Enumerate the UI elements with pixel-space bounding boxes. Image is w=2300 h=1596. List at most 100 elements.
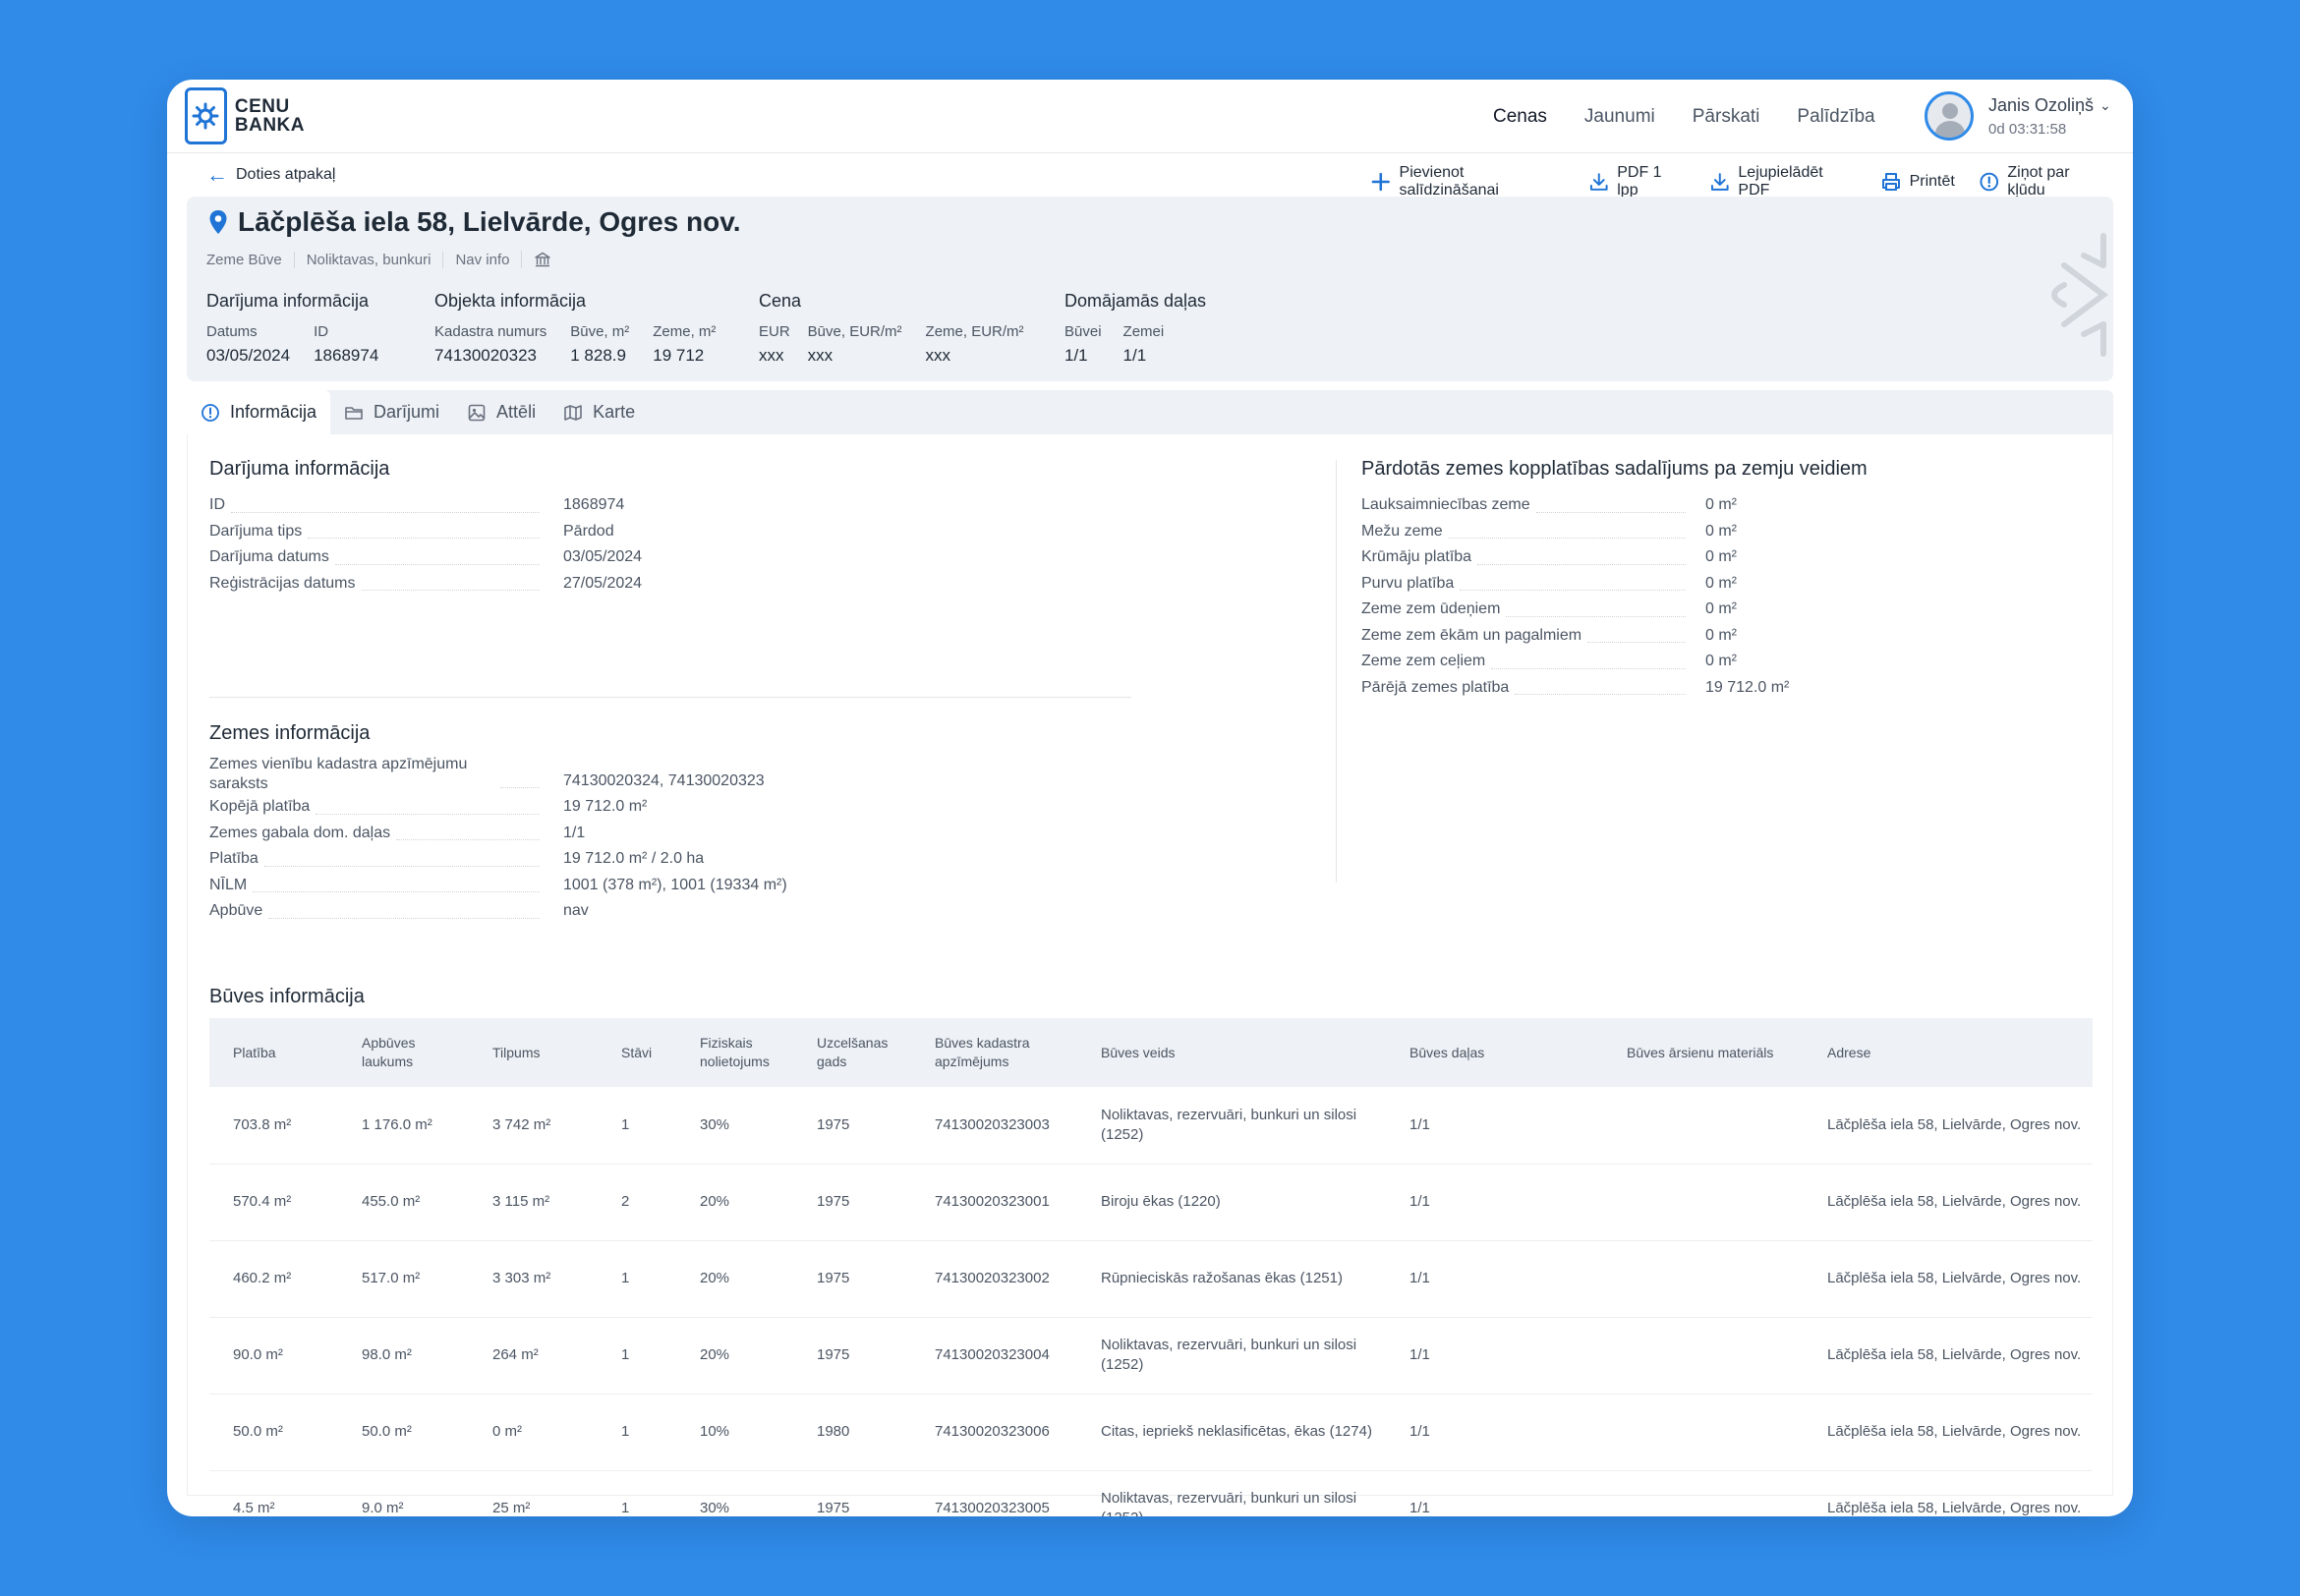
tab-karte[interactable]: Karte [549,390,649,434]
table-cell: 1980 [793,1394,911,1471]
deal-info-row: Reģistrācijas datums 27/05/2024 [209,571,642,598]
property-title: Lāčplēša iela 58, Lielvārde, Ogres nov. [208,206,741,238]
table-cell: 20% [676,1164,793,1241]
download-pdf-button[interactable]: Lejupielādēt PDF [1709,164,1857,200]
summary-parts-building-label: Būvei [1064,323,1102,340]
table-cell: 1/1 [1386,1087,1603,1165]
col-header[interactable]: Apbūves laukums [338,1018,469,1087]
col-header[interactable]: Tilpums [469,1018,598,1087]
land-split-key: Zeme zem ēkām un pagalmiem [1361,626,1582,644]
table-cell: 1975 [793,1240,911,1318]
logo-gear-icon [192,102,219,130]
table-cell: 74130020323001 [911,1164,1077,1241]
table-cell: 9.0 m² [338,1470,469,1516]
land-info-value: 19 712.0 m² / 2.0 ha [563,850,705,867]
table-cell: 1/1 [1386,1470,1603,1516]
table-cell: 1975 [793,1164,911,1241]
col-header[interactable]: Būves kadastra apzīmējums [911,1018,1077,1087]
back-button[interactable]: ← Doties atpakaļ [206,164,335,186]
col-header[interactable]: Būves daļas [1386,1018,1603,1087]
map-icon [564,404,582,421]
brand-logo[interactable]: CENU BANKA [185,87,305,144]
table-cell: 1/1 [1386,1164,1603,1241]
decorative-watermark-icon [2051,233,2108,357]
nav-jaunumi[interactable]: Jaunumi [1584,106,1655,128]
summary-price-land-label: Zeme, EUR/m² [925,323,1024,340]
col-header[interactable]: Stāvi [598,1018,676,1087]
map-pin-icon [209,210,227,234]
summary-deal-date: 03/05/2024 [206,346,291,365]
land-split-value: 0 m² [1705,574,1737,592]
col-header[interactable]: Būves ārsienu materiāls [1603,1018,1804,1087]
col-header[interactable]: Platība [209,1018,338,1087]
property-address: Lāčplēša iela 58, Lielvārde, Ogres nov. [238,206,741,237]
bank-building-icon [535,252,551,267]
land-info-key: Zemes gabala dom. daļas [209,824,391,841]
nav-parskati[interactable]: Pārskati [1693,106,1760,128]
table-cell: 74130020323006 [911,1394,1077,1471]
summary-price-heading: Cena [759,291,802,311]
col-header[interactable]: Uzcelšanas gads [793,1018,911,1087]
buildings-table: Platība Apbūves laukums Tilpums Stāvi Fi… [209,1018,2093,1516]
table-cell: 90.0 m² [209,1317,338,1395]
table-cell: 1975 [793,1317,911,1395]
tab-atteli-label: Attēli [496,402,537,422]
main-nav: Cenas Jaunumi Pārskati Palīdzība [1493,80,1913,153]
land-info-value: 74130020324, 74130020323 [563,771,765,789]
print-label: Printēt [1909,173,1955,190]
land-info-key: Apbūve [209,902,263,919]
table-cell: Lāčplēša iela 58, Lielvārde, Ogres nov. [1804,1087,2093,1165]
land-split-section: Pārdotās zemes kopplatības sadalījums pa… [1361,458,1868,701]
report-error-button[interactable]: Ziņot par kļūdu [1979,164,2109,200]
table-cell: Lāčplēša iela 58, Lielvārde, Ogres nov. [1804,1164,2093,1241]
summary-cadastre: 74130020323 [434,346,538,365]
app-window: CENU BANKA Cenas Jaunumi Pārskati Palīdz… [167,80,2133,1516]
tab-darijumi[interactable]: Darījumi [330,390,453,434]
land-split-value: 0 m² [1705,600,1737,617]
nav-cenas[interactable]: Cenas [1493,106,1547,128]
table-cell: 1 [598,1470,676,1516]
land-split-value: 0 m² [1705,626,1737,644]
table-cell: 20% [676,1240,793,1318]
chevron-down-icon[interactable]: ⌄ [2099,97,2111,114]
land-split-row: Purvu platība 0 m² [1361,571,1868,598]
table-cell: 3 303 m² [469,1240,598,1318]
col-header[interactable]: Būves veids [1077,1018,1386,1087]
add-to-compare-button[interactable]: Pievienot salīdzināšanai [1370,164,1565,200]
tab-atteli[interactable]: Attēli [453,390,549,434]
detail-tabs: Informācija Darījumi Attēli Karte [187,390,2113,434]
land-split-key: Zeme zem ūdeņiem [1361,600,1501,617]
table-cell: Rūpnieciskās ražošanas ēkas (1251) [1077,1240,1386,1318]
land-info-row: NĪLM 1001 (378 m²), 1001 (19334 m²) [209,873,787,899]
logo-line-2: BANKA [234,115,305,136]
table-row: 570.4 m² 455.0 m² 3 115 m² 2 20% 1975 74130020… [209,1164,2093,1241]
tab-informacija[interactable]: Informācija [187,390,331,434]
tab-karte-label: Karte [593,402,636,422]
table-cell: 2 [598,1164,676,1241]
table-cell: 1975 [793,1087,911,1165]
table-cell [1603,1164,1804,1241]
table-cell: 1/1 [1386,1240,1603,1318]
land-info-row: Kopējā platība 19 712.0 m² [209,794,787,821]
summary-deal-heading: Darījuma informācija [206,291,370,311]
table-cell: 74130020323005 [911,1470,1077,1516]
table-row: 703.8 m² 1 176.0 m² 3 742 m² 1 30% 1975 741300… [209,1087,2093,1165]
land-split-value: 19 712.0 m² [1705,678,1790,696]
table-cell: 570.4 m² [209,1164,338,1241]
col-header[interactable]: Adrese [1804,1018,2093,1087]
col-header[interactable]: Fiziskais nolietojums [676,1018,793,1087]
table-row: 4.5 m² 9.0 m² 25 m² 1 30% 1975 74130020323005 N… [209,1470,2093,1516]
deal-info-value: Pārdod [563,522,614,540]
print-button[interactable]: Printēt [1880,171,1955,193]
table-cell: 1/1 [1386,1394,1603,1471]
printer-icon [1881,173,1900,191]
pdf-one-page-button[interactable]: PDF 1 lpp [1588,164,1686,200]
table-cell: 517.0 m² [338,1240,469,1318]
table-cell: 10% [676,1394,793,1471]
summary-price-building: xxx [807,346,834,365]
land-info-key: NĪLM [209,876,248,893]
table-cell: 1 [598,1087,676,1165]
nav-palidziba[interactable]: Palīdzība [1797,106,1874,128]
section-divider [209,697,1131,698]
user-menu[interactable]: Janis Ozoliņš 0d 03:31:58 [1925,91,2094,141]
